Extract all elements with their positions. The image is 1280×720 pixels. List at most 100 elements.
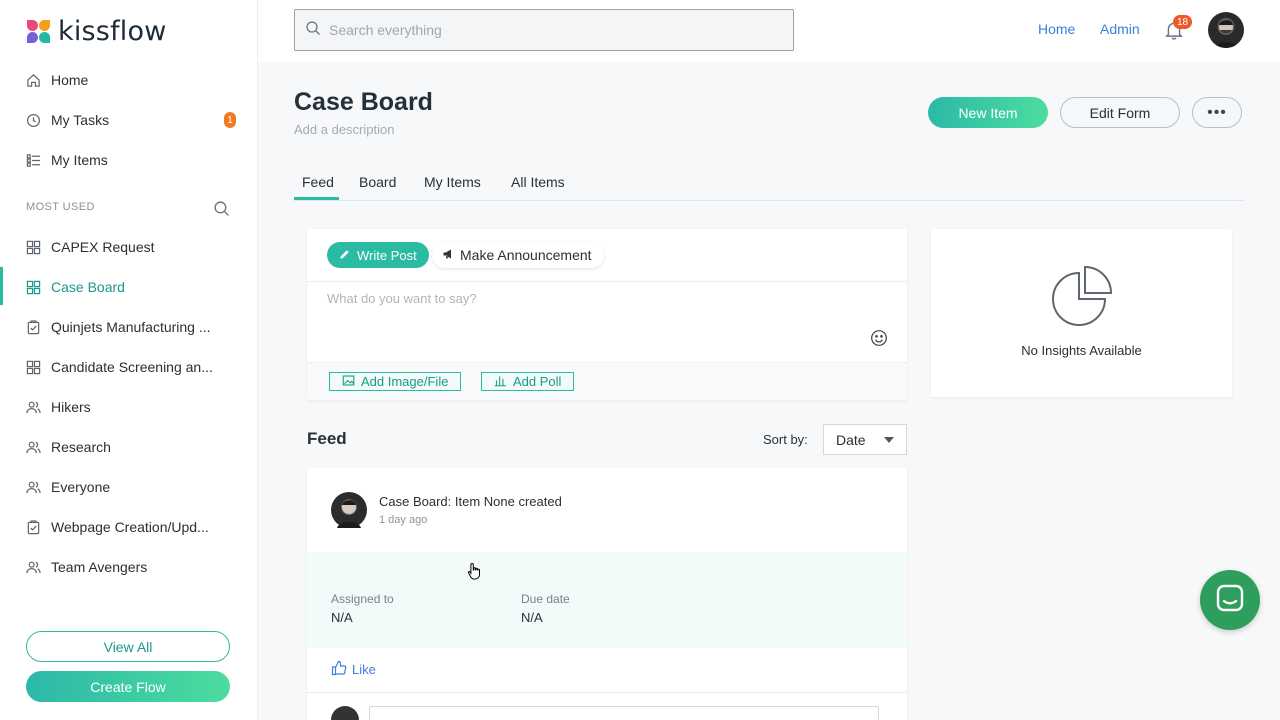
sidebar-item-label: CAPEX Request (51, 239, 155, 255)
write-post-tab[interactable]: Write Post (327, 242, 429, 268)
clock-icon (26, 113, 41, 128)
tab-all-items[interactable]: All Items (511, 174, 565, 190)
notification-count-badge: 18 (1173, 15, 1192, 29)
tasks-count-badge: 1 (224, 112, 236, 128)
sidebar-item-label: Webpage Creation/Upd... (51, 519, 209, 535)
sidebar-item-capex-request[interactable]: CAPEX Request (26, 236, 236, 258)
active-tab-underline (294, 197, 339, 200)
global-search[interactable] (294, 9, 794, 51)
feed-heading: Feed (307, 429, 347, 448)
chat-icon (1215, 583, 1245, 618)
more-options-button[interactable]: ••• (1192, 97, 1242, 128)
tab-feed[interactable]: Feed (302, 174, 334, 190)
top-bar: Home Admin 18 (258, 0, 1280, 62)
user-avatar[interactable] (1208, 12, 1244, 48)
sidebar-item-research[interactable]: Research (26, 436, 236, 458)
divider (307, 692, 907, 693)
commenter-avatar (331, 706, 359, 720)
comment-input[interactable] (369, 706, 879, 720)
write-post-label: Write Post (357, 247, 417, 263)
clipboard-icon (26, 319, 41, 335)
search-input[interactable] (329, 22, 769, 38)
kissflow-logo-icon (26, 19, 52, 45)
add-image-file-button[interactable]: Add Image/File (329, 372, 462, 391)
like-button[interactable]: Like (331, 660, 376, 679)
people-icon (26, 400, 41, 415)
chat-widget-button[interactable] (1200, 570, 1260, 630)
people-icon (26, 560, 41, 575)
active-indicator (0, 267, 3, 305)
sidebar-item-everyone[interactable]: Everyone (26, 476, 236, 498)
assigned-to-value: N/A (331, 610, 353, 625)
create-flow-button[interactable]: Create Flow (26, 671, 230, 702)
sort-select-value: Date (836, 431, 866, 448)
add-poll-button[interactable]: Add Poll (481, 372, 575, 391)
post-author-avatar[interactable] (331, 492, 367, 528)
view-all-button[interactable]: View All (26, 631, 230, 662)
page-description-input[interactable]: Add a description (294, 122, 394, 137)
thumbs-up-icon (331, 660, 347, 679)
sidebar-item-hikers[interactable]: Hikers (26, 396, 236, 418)
tab-my-items[interactable]: My Items (424, 174, 481, 190)
sidebar-item-case-board[interactable]: Case Board (26, 276, 236, 298)
sidebar-item-label: Everyone (51, 479, 111, 495)
make-announcement-tab[interactable]: Make Announcement (432, 242, 604, 268)
home-icon (26, 73, 41, 88)
grid-icon (26, 280, 41, 295)
compose-card: Write Post Make Announcement What do you… (307, 229, 907, 400)
insights-card: No Insights Available (931, 229, 1232, 397)
grid-icon (26, 360, 41, 375)
compose-footer: Add Image/File Add Poll (307, 362, 907, 400)
edit-form-button[interactable]: Edit Form (1060, 97, 1180, 128)
top-link-home[interactable]: Home (1038, 21, 1075, 37)
sort-by-label: Sort by: (763, 432, 808, 447)
post-details: Assigned to N/A Due date N/A (307, 552, 907, 648)
sidebar-item-home[interactable]: Home (26, 69, 236, 91)
sort-select[interactable]: Date (823, 424, 907, 455)
sidebar-item-my-items[interactable]: My Items (26, 149, 236, 171)
sidebar-item-label: Case Board (51, 279, 125, 295)
megaphone-icon (442, 247, 454, 263)
brand-logo[interactable]: kissflow (26, 16, 166, 47)
grid-icon (26, 240, 41, 255)
sidebar-item-label: Home (51, 72, 89, 88)
tab-board[interactable]: Board (359, 174, 396, 190)
sidebar: kissflow Home My Tasks 1 My Items MOST U… (0, 0, 258, 720)
pie-chart-icon (1049, 265, 1113, 334)
sidebar-item-label: Hikers (51, 399, 91, 415)
sidebar-item-label: My Items (51, 152, 108, 168)
people-icon (26, 480, 41, 495)
sidebar-item-team-avengers[interactable]: Team Avengers (26, 556, 236, 578)
sidebar-item-candidate-screening[interactable]: Candidate Screening an... (26, 356, 236, 378)
clipboard-icon (26, 519, 41, 535)
section-label-most-used: MOST USED (26, 201, 95, 213)
top-link-admin[interactable]: Admin (1100, 21, 1140, 37)
due-date-value: N/A (521, 610, 543, 625)
sidebar-item-label: Team Avengers (51, 559, 148, 575)
caret-down-icon (884, 437, 894, 443)
sidebar-item-my-tasks[interactable]: My Tasks 1 (26, 109, 236, 131)
sidebar-item-label: Research (51, 439, 111, 455)
due-date-label: Due date (521, 592, 570, 606)
like-label: Like (352, 662, 376, 677)
assigned-to-label: Assigned to (331, 592, 394, 606)
make-announcement-label: Make Announcement (460, 247, 592, 263)
poll-icon (494, 374, 507, 390)
search-icon (305, 20, 321, 41)
add-poll-label: Add Poll (513, 374, 562, 389)
post-title[interactable]: Case Board: Item None created (379, 494, 562, 509)
brand-name: kissflow (58, 16, 167, 47)
divider (307, 281, 907, 282)
feed-item: Case Board: Item None created 1 day ago … (307, 468, 907, 720)
post-text-input[interactable]: What do you want to say? (327, 291, 477, 306)
hand-cursor-icon (467, 562, 481, 580)
new-item-button[interactable]: New Item (928, 97, 1048, 128)
search-icon[interactable] (213, 200, 230, 217)
emoji-icon[interactable] (870, 329, 888, 347)
image-icon (342, 374, 355, 390)
sidebar-item-quinjets[interactable]: Quinjets Manufacturing ... (26, 316, 236, 338)
sidebar-item-label: Quinjets Manufacturing ... (51, 319, 211, 335)
no-insights-text: No Insights Available (1021, 343, 1142, 358)
post-timestamp: 1 day ago (379, 514, 428, 526)
sidebar-item-webpage-creation[interactable]: Webpage Creation/Upd... (26, 516, 236, 538)
